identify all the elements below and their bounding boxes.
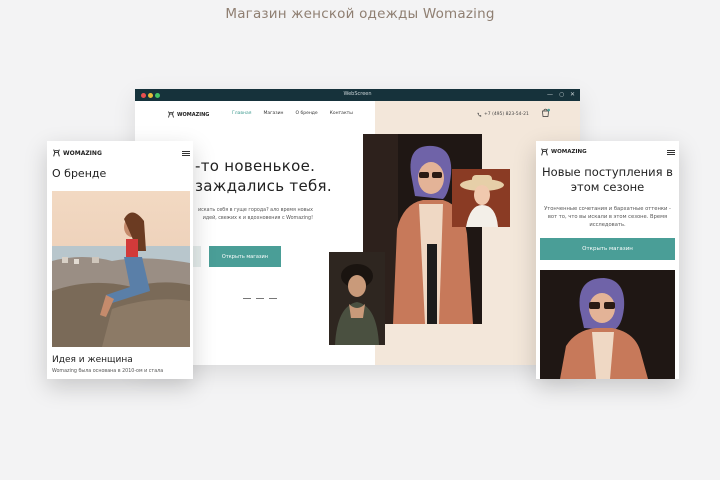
slider-pagination [243,298,277,299]
about-photo [52,191,190,347]
mobile-new-arrivals-screen: WOMAZING Новые поступления в этом сезоне… [536,141,679,379]
about-subtitle: Идея и женщина [52,355,133,365]
hero-title-line: -то новенькое. [195,157,316,175]
menu-icon[interactable] [667,150,675,155]
nav-item-home[interactable]: Главная [232,111,251,116]
open-shop-button[interactable]: Открыть магазин [209,246,281,267]
hero-small-photo [329,252,385,345]
open-shop-button[interactable]: Открыть магазин [540,238,675,260]
logo-text: WOMAZING [177,111,210,118]
cart-icon[interactable] [541,108,550,117]
hero-title: -то новенькое. заждались тебя. [195,156,332,196]
minimize-icon[interactable]: — [547,91,553,99]
phone-link[interactable]: +7 (495) 823-54-21 [477,112,529,117]
logo-text: WOMAZING [63,149,102,157]
new-arrivals-photo [540,270,675,379]
slider-dot[interactable] [243,298,251,299]
hero-title-line: заждались тебя. [195,177,332,195]
logo-text: WOMAZING [551,149,587,155]
mobile-logo[interactable]: WOMAZING [53,149,102,157]
header-logo[interactable]: WOMAZING [168,111,209,118]
window-titlebar: WebScreen — ○ ✕ [135,89,580,101]
logo-icon [541,148,548,156]
about-title: О бренде [52,167,107,180]
phone-number: +7 (495) 823-54-21 [484,112,529,117]
hero-subtitle: искать себя в гуще города? ало время нов… [197,208,313,221]
page-title: Магазин женской одежды Womazing [225,6,495,22]
hero-hat-photo [452,169,510,227]
slider-dot[interactable] [256,298,264,299]
mobile-about-screen: WOMAZING О бренде Идея и женщина Womazin… [47,141,193,379]
restore-icon[interactable]: ○ [559,91,564,99]
about-text: Womazing была основана в 2010-ом и стала [52,369,164,374]
menu-icon[interactable] [182,151,190,156]
nav-item-contacts[interactable]: Контакты [330,111,353,116]
logo-icon [168,111,174,118]
nav-item-shop[interactable]: Магазин [263,111,283,116]
close-icon[interactable]: ✕ [570,91,575,99]
main-nav: Главная Магазин О бренде Контакты [232,111,353,116]
desktop-window: WebScreen — ○ ✕ WOMAZING Главная Магазин… [135,89,580,365]
new-arrivals-text: Утонченные сочетания и бархатные оттенки… [544,206,671,228]
mobile-logo[interactable]: WOMAZING [541,148,587,156]
nav-item-about[interactable]: О бренде [295,111,317,116]
slider-dot[interactable] [269,298,277,299]
window-title: WebScreen [343,91,372,97]
new-arrivals-title: Новые поступления в этом сезоне [542,165,673,194]
phone-icon [477,112,482,117]
logo-icon [53,149,60,157]
